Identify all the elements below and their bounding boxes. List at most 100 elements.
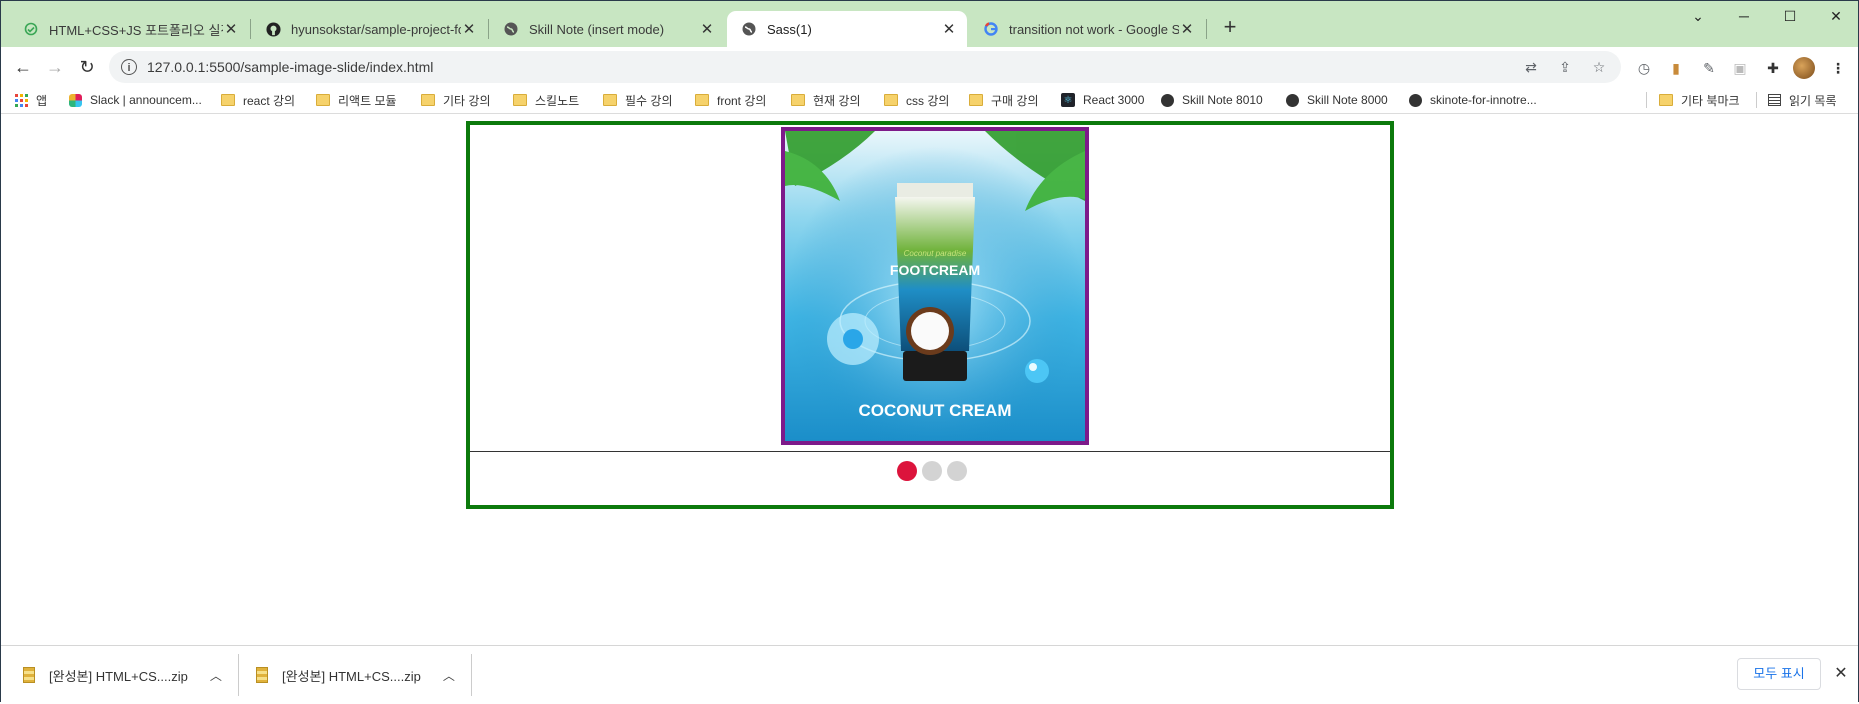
green-loading-icon [23,21,39,37]
tab-title: transition not work - Google Se [1009,21,1179,37]
extension-icon[interactable]: ▮ [1665,57,1687,79]
extension-icon[interactable]: ▣ [1729,57,1751,79]
folder-icon [1659,94,1673,106]
reading-list-button[interactable]: 읽기 목록 [1768,87,1837,113]
bookmark-label: 읽기 목록 [1789,93,1837,108]
close-icon[interactable]: ✕ [1831,660,1851,688]
react-icon: ⚛ [1061,93,1075,107]
browser-toolbar: ← → ↻ i 127.0.0.1:5500/sample-image-slid… [1,47,1858,87]
url-text[interactable]: 127.0.0.1:5500/sample-image-slide/index.… [147,59,1519,75]
bookmark-label: 현재 강의 [813,93,861,108]
bookmark-slack[interactable]: Slack | announcem... [69,87,202,113]
bookmark-folder[interactable]: css 강의 [884,87,949,113]
bookmark-label: 스킬노트 [535,93,580,108]
bookmark-label: react 강의 [243,93,296,108]
bookmark-folder[interactable]: front 강의 [695,87,766,113]
download-item[interactable]: [완성본] HTML+CS....zip ︿ [23,646,222,704]
folder-icon [603,94,617,106]
new-tab-button[interactable]: + [1216,13,1244,41]
reload-button[interactable]: ↻ [73,53,101,81]
forward-button[interactable]: → [41,53,69,81]
folder-icon [969,94,983,106]
folder-icon [791,94,805,106]
tab-google-search[interactable]: transition not work - Google Se ✕ [969,11,1205,47]
bookmark-label: Skill Note 8010 [1182,93,1263,107]
bookmark-other-folder[interactable]: 기타 북마크 [1659,87,1740,113]
globe-icon [741,21,757,37]
tab-title: Skill Note (insert mode) [529,21,665,37]
bookmark-folder[interactable]: 현재 강의 [791,87,861,113]
minimize-button[interactable]: ─ [1721,1,1767,31]
eyedropper-icon[interactable]: ✎ [1698,57,1720,79]
bookmark-folder[interactable]: 스킬노트 [513,87,579,113]
show-all-button[interactable]: 모두 표시 [1737,658,1821,690]
bookmark-skill-note-8000[interactable]: Skill Note 8000 [1286,87,1388,113]
tab-github[interactable]: hyunsokstar/sample-project-for ✕ [251,11,487,47]
site-info-icon[interactable]: i [121,59,137,75]
apps-grid-icon [15,93,28,107]
bookmark-folder[interactable]: 필수 강의 [603,87,673,113]
share-icon[interactable]: ⇪ [1553,55,1577,79]
bookmarks-bar: 앱 Slack | announcem... react 강의 리액트 모듈 기… [1,87,1858,114]
bookmark-react[interactable]: ⚛ React 3000 [1061,87,1144,113]
close-window-button[interactable]: ✕ [1813,1,1859,31]
globe-icon [1286,93,1299,107]
tab-search-icon[interactable]: ⌄ [1675,1,1721,31]
bookmark-skinote[interactable]: skinote-for-innotre... [1409,87,1537,113]
close-icon[interactable]: ✕ [941,20,957,38]
shelf-divider [238,654,239,696]
zip-file-icon [23,667,35,683]
bookmark-folder[interactable]: react 강의 [221,87,295,113]
bookmark-apps[interactable]: 앱 [15,87,47,113]
bookmark-label: React 3000 [1083,93,1145,107]
close-icon[interactable]: ✕ [223,20,239,38]
reading-list-icon [1768,94,1781,106]
profile-avatar[interactable] [1793,57,1815,79]
bookmark-folder[interactable]: 구매 강의 [969,87,1039,113]
star-icon[interactable]: ☆ [1587,55,1611,79]
pager-dot-2[interactable] [922,461,942,481]
close-icon[interactable]: ✕ [1179,20,1195,38]
chevron-up-icon[interactable]: ︿ [210,667,222,684]
puzzle-icon[interactable]: ✚ [1762,57,1784,79]
product-title-text: COCONUT CREAM [859,401,1012,420]
chevron-up-icon[interactable]: ︿ [443,667,455,684]
bookmark-skill-note-8010[interactable]: Skill Note 8010 [1161,87,1263,113]
back-button[interactable]: ← [9,53,37,81]
tab-title: hyunsokstar/sample-project-for [291,21,461,37]
bookmark-divider [1756,92,1757,108]
tab-skill-note[interactable]: Skill Note (insert mode) ✕ [489,11,725,47]
google-icon [983,21,999,37]
tube-script-text: Coconut paradise [904,249,967,258]
download-item[interactable]: [완성본] HTML+CS....zip ︿ [256,646,455,704]
address-bar[interactable]: i 127.0.0.1:5500/sample-image-slide/inde… [109,51,1621,83]
close-icon[interactable]: ✕ [461,20,477,38]
bookmark-divider [1646,92,1647,108]
bookmark-label: front 강의 [717,93,767,108]
timer-extension-icon[interactable]: ◷ [1633,57,1655,79]
slack-icon [69,93,82,107]
tube-label-text: FOOTCREAM [890,262,980,278]
pager-dot-3[interactable] [947,461,967,481]
download-shelf: [완성본] HTML+CS....zip ︿ [완성본] HTML+CS....… [1,645,1858,704]
slider-container: Coconut paradise FOOTCREAM COCONUT CREAM [466,121,1394,509]
globe-icon [1409,93,1422,107]
shelf-divider [471,654,472,696]
tab-sass[interactable]: Sass(1) ✕ [727,11,967,47]
github-icon [265,21,281,37]
translate-icon[interactable]: ⇄ [1519,55,1543,79]
pager-dot-1[interactable] [897,461,917,481]
bookmark-label: Skill Note 8000 [1307,93,1388,107]
folder-icon [316,94,330,106]
menu-icon[interactable]: ⋮ [1827,57,1849,79]
close-icon[interactable]: ✕ [699,20,715,38]
tab-title: Sass(1) [767,21,812,37]
bookmark-folder[interactable]: 기타 강의 [421,87,491,113]
bookmark-label: 기타 강의 [443,93,491,108]
bookmark-label: skinote-for-innotre... [1430,93,1537,107]
tab-portfolio[interactable]: HTML+CSS+JS 포트폴리오 실전 ✕ [9,11,249,47]
folder-icon [421,94,435,106]
maximize-button[interactable]: ☐ [1767,1,1813,31]
bookmark-folder[interactable]: 리액트 모듈 [316,87,397,113]
bookmark-label: 기타 북마크 [1681,93,1740,108]
